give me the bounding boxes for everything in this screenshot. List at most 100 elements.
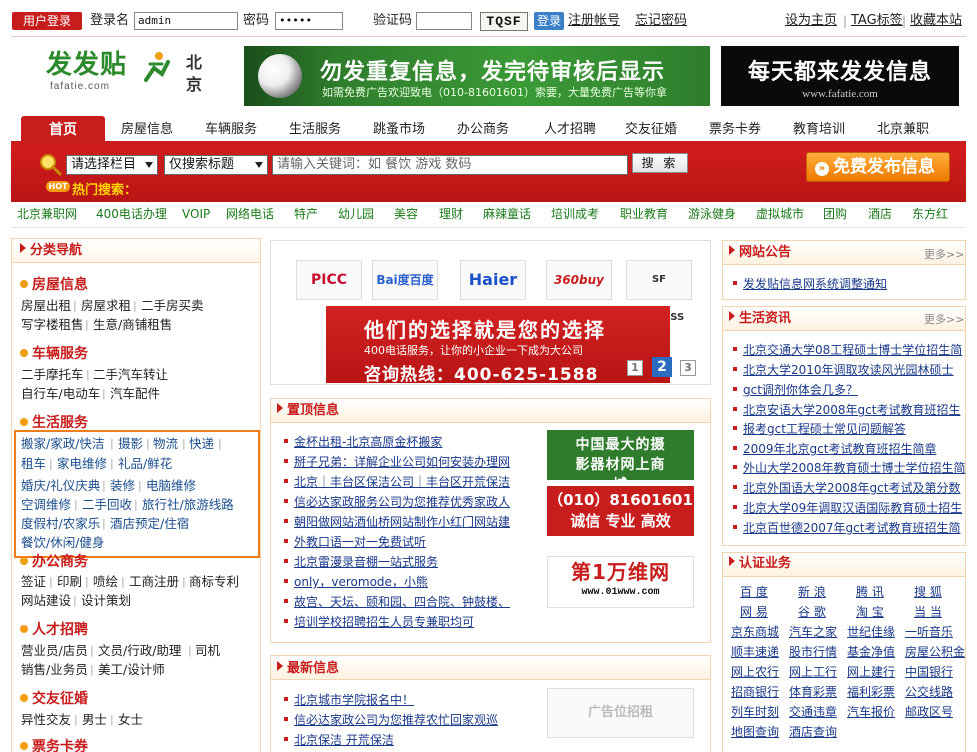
category-link[interactable]: 生意/商铺租售: [93, 317, 172, 333]
life-info-item[interactable]: 北京安语大学2008年gct考试教育班招生: [733, 402, 960, 418]
top-info-item[interactable]: 培训学校招聘招生人员专兼职均可: [284, 614, 474, 630]
section-title-housing[interactable]: 房屋信息: [20, 276, 88, 294]
life-info-item[interactable]: 北京大学09年调取汉语国际教育硕士招生: [733, 500, 962, 516]
captcha-image[interactable]: TQSF: [480, 12, 528, 31]
set-homepage-link[interactable]: 设为主页: [785, 12, 837, 30]
announcement-item[interactable]: 发发贴信息网系统调整通知: [733, 276, 887, 292]
life-info-item[interactable]: 北京交通大学08工程硕士博士学位招生简: [733, 342, 962, 358]
top-info-item[interactable]: 北京｜丰台区保洁公司｜丰台区开荒保洁: [284, 474, 510, 490]
nav-tab-office[interactable]: 办公商务: [446, 118, 520, 143]
camera-mall-ad[interactable]: 中国最大的摄影器材网上商城: [547, 430, 694, 480]
section-title-tickets[interactable]: 票务卡券: [20, 738, 88, 752]
cert-link[interactable]: 中国银行: [905, 664, 953, 680]
cert-link[interactable]: 邮政区号: [905, 704, 953, 720]
cert-link[interactable]: 列车时刻: [731, 704, 779, 720]
cert-link[interactable]: 世纪佳缘: [847, 624, 895, 640]
top-info-item[interactable]: 掰子兄弟：详解企业公司如何安装办理网: [284, 454, 510, 470]
nav-tab-home[interactable]: 首页: [21, 116, 105, 144]
password-input[interactable]: •••••: [275, 12, 343, 30]
cert-link[interactable]: 新 浪: [798, 584, 826, 600]
cert-link[interactable]: 搜 狐: [914, 584, 942, 600]
cert-link[interactable]: 公交线路: [905, 684, 953, 700]
post-free-info-button[interactable]: »免费发布信息: [806, 152, 950, 182]
cert-link[interactable]: 网上建行: [847, 664, 895, 680]
category-select[interactable]: 请选择栏目: [66, 155, 158, 175]
nav-tab-dating[interactable]: 交友征婚: [614, 118, 688, 143]
life-info-item[interactable]: gct调剂你体会几多？: [733, 382, 858, 398]
cert-link[interactable]: 网 易: [740, 604, 768, 620]
latest-info-item[interactable]: 北京城市学院报名中！: [284, 692, 414, 708]
cert-link[interactable]: 顺丰速递: [731, 644, 779, 660]
section-title-vehicles[interactable]: 车辆服务: [20, 345, 88, 363]
nav-tab-education[interactable]: 教育培训: [782, 118, 856, 143]
quick-link[interactable]: 培训成考: [551, 206, 599, 222]
section-title-office[interactable]: 办公商务: [20, 553, 88, 571]
life-info-item[interactable]: 北京百世德2007年gct考试教育班招生简: [733, 520, 960, 536]
category-link[interactable]: 装修: [110, 478, 135, 494]
category-link[interactable]: 商标专利: [189, 574, 239, 590]
nav-tab-life[interactable]: 生活服务: [278, 118, 352, 143]
quick-link[interactable]: 幼儿园: [338, 206, 374, 222]
cert-link[interactable]: 招商银行: [731, 684, 779, 700]
quick-link[interactable]: 北京兼职网: [17, 206, 77, 222]
category-link[interactable]: 度假村/农家乐: [21, 516, 100, 532]
category-link[interactable]: 餐饮/休闲/健身: [21, 535, 104, 551]
category-link[interactable]: 房屋求租: [81, 298, 131, 314]
category-link[interactable]: 汽车配件: [110, 386, 160, 402]
cert-link[interactable]: 当 当: [914, 604, 942, 620]
cert-link[interactable]: 基金净值: [847, 644, 895, 660]
category-link[interactable]: 电脑维修: [146, 478, 196, 494]
quick-link[interactable]: 理财: [439, 206, 463, 222]
cert-link[interactable]: 腾 讯: [856, 584, 884, 600]
category-link[interactable]: 美工/设计师: [98, 662, 165, 678]
life-info-item[interactable]: 北京大学2010年调取攻读风光园林硕士: [733, 362, 954, 378]
top-info-item[interactable]: 北京雷漫录音棚一站式服务: [284, 554, 438, 570]
slide-page-3[interactable]: 3: [680, 360, 696, 376]
cert-link[interactable]: 地图查询: [731, 724, 779, 740]
cert-link[interactable]: 汽车报价: [847, 704, 895, 720]
category-link[interactable]: 异性交友: [21, 712, 71, 728]
quick-link[interactable]: 400电话办理: [96, 206, 167, 222]
username-input[interactable]: admin: [134, 12, 238, 30]
category-link[interactable]: 司机: [195, 643, 220, 659]
banner-ad-main[interactable]: 勿发重复信息，发完待审核后显示 如需免费广告欢迎致电（010-81601601）…: [244, 46, 710, 106]
top-info-item[interactable]: 金杯出租-北京高原金杯搬家: [284, 434, 442, 450]
register-link[interactable]: 注册帐号: [568, 12, 620, 30]
category-link[interactable]: 女士: [118, 712, 143, 728]
category-link[interactable]: 男士: [82, 712, 107, 728]
cert-link[interactable]: 房屋公积金: [905, 644, 965, 660]
life-info-item[interactable]: 外山大学2008年教育硕士博士学位招生简: [733, 460, 966, 476]
quick-link[interactable]: VOIP: [182, 206, 210, 222]
keyword-input[interactable]: 请输入关键词：如 餐饮 游戏 数码: [272, 155, 628, 175]
section-title-jobs[interactable]: 人才招聘: [20, 621, 88, 639]
category-link[interactable]: 租车: [21, 456, 46, 472]
quick-link[interactable]: 职业教育: [620, 206, 668, 222]
cert-link[interactable]: 百 度: [740, 584, 768, 600]
banner-ad-side[interactable]: 每天都来发发信息 www.fafatie.com: [721, 46, 959, 106]
top-info-item[interactable]: only，veromode，小熊: [284, 574, 428, 590]
quick-link[interactable]: 酒店: [868, 206, 892, 222]
announcement-more-link[interactable]: 更多>>: [924, 248, 964, 262]
search-button[interactable]: 搜 索: [632, 153, 688, 173]
category-link[interactable]: 家电维修: [57, 456, 107, 472]
quick-link[interactable]: 东方红: [912, 206, 948, 222]
category-link[interactable]: 写字楼租售: [21, 317, 84, 333]
nav-tab-tickets[interactable]: 票务卡券: [698, 118, 772, 143]
nav-tab-housing[interactable]: 房屋信息: [110, 118, 184, 143]
category-link[interactable]: 房屋出租: [21, 298, 71, 314]
cert-link[interactable]: 汽车之家: [789, 624, 837, 640]
quick-link[interactable]: 麻辣童话: [483, 206, 531, 222]
category-link[interactable]: 婚庆/礼仪庆典: [21, 478, 100, 494]
category-link[interactable]: 印刷: [57, 574, 82, 590]
cert-link[interactable]: 体育彩票: [789, 684, 837, 700]
category-link[interactable]: 销售/业务员: [21, 662, 88, 678]
category-link[interactable]: 二手房买卖: [141, 298, 204, 314]
quick-link[interactable]: 特产: [294, 206, 318, 222]
cert-link[interactable]: 福利彩票: [847, 684, 895, 700]
category-link[interactable]: 二手摩托车: [21, 367, 84, 383]
category-link[interactable]: 二手汽车转让: [93, 367, 168, 383]
slide-page-1[interactable]: 1: [627, 360, 643, 376]
forgot-password-link[interactable]: 忘记密码: [635, 12, 687, 30]
category-link[interactable]: 快递: [189, 436, 214, 452]
category-link[interactable]: 二手回收: [82, 497, 132, 513]
